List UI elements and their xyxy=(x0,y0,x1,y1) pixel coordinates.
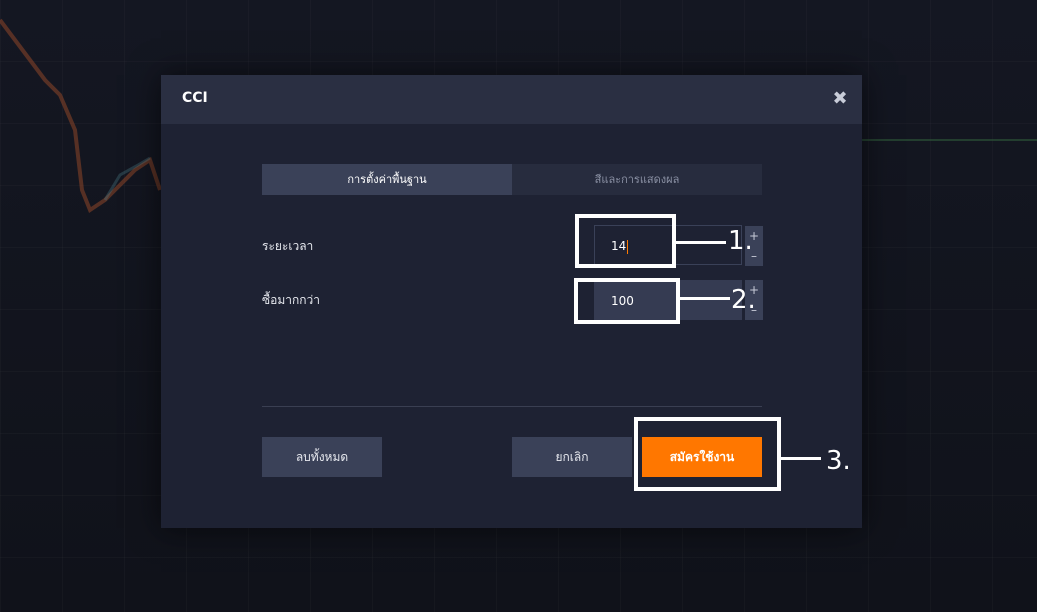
step-label-3: 3. xyxy=(826,446,851,476)
dialog-header: CCI ✖ xyxy=(161,75,862,124)
footer-divider xyxy=(262,406,762,407)
step-label-1: 1. xyxy=(728,226,753,256)
highlight-box-apply xyxy=(634,417,781,491)
period-label: ระยะเวลา xyxy=(262,239,314,253)
connector-line-3 xyxy=(781,457,821,460)
settings-tabs: การตั้งค่าพื้นฐาน สีและการแสดงผล xyxy=(262,164,762,195)
tab-basic-settings[interactable]: การตั้งค่าพื้นฐาน xyxy=(262,164,512,195)
highlight-box-overbought xyxy=(574,278,680,324)
tab-colors-display[interactable]: สีและการแสดงผล xyxy=(512,164,762,195)
close-icon[interactable]: ✖ xyxy=(830,89,850,109)
highlight-box-period xyxy=(575,214,676,268)
connector-line-1 xyxy=(676,241,726,244)
connector-line-2 xyxy=(680,297,730,300)
cancel-button[interactable]: ยกเลิก xyxy=(512,437,632,477)
reset-all-button[interactable]: ลบทั้งหมด xyxy=(262,437,382,477)
dialog-title: CCI xyxy=(182,90,208,106)
overbought-label: ซื้อมากกว่า xyxy=(262,293,321,307)
step-label-2: 2. xyxy=(731,285,756,315)
